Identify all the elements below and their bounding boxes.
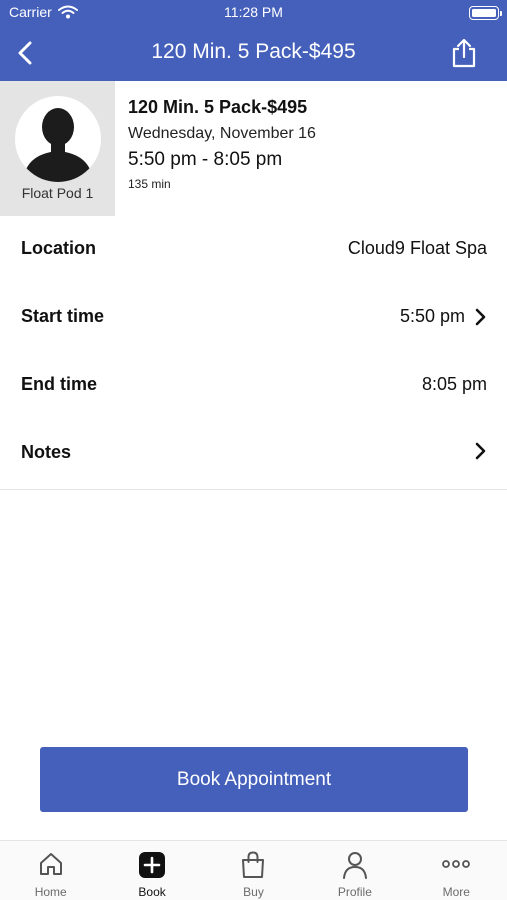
resource-card: Float Pod 1 xyxy=(0,81,115,216)
tab-buy[interactable]: Buy xyxy=(203,841,304,900)
divider xyxy=(0,489,507,490)
book-appointment-button[interactable]: Book Appointment xyxy=(40,747,468,812)
notes-value xyxy=(473,442,487,460)
chevron-right-icon xyxy=(473,442,487,460)
avatar xyxy=(15,96,101,182)
notes-row[interactable]: Notes xyxy=(0,420,507,488)
location-label: Location xyxy=(21,238,96,258)
resource-name: Float Pod 1 xyxy=(21,185,94,201)
appointment-duration: 135 min xyxy=(128,177,171,191)
service-title: 120 Min. 5 Pack-$495 xyxy=(128,97,308,117)
person-icon xyxy=(304,851,405,879)
tab-buy-label: Buy xyxy=(243,885,264,899)
status-bar: Carrier 11:28 PM xyxy=(0,0,507,26)
end-time-value-text: 8:05 pm xyxy=(421,374,487,394)
more-dots-icon xyxy=(406,851,507,877)
plus-square-icon xyxy=(101,851,202,878)
tab-profile-label: Profile xyxy=(337,885,372,899)
end-time-row: End time 8:05 pm xyxy=(0,352,507,420)
start-time-value: 5:50 pm xyxy=(400,306,487,327)
tab-home[interactable]: Home xyxy=(0,841,101,900)
share-button[interactable] xyxy=(449,36,479,70)
tab-bar: Home Book Buy Profile More xyxy=(0,840,507,900)
share-icon xyxy=(452,38,476,68)
tab-more[interactable]: More xyxy=(406,841,507,900)
location-row: Location Cloud9 Float Spa xyxy=(0,216,507,284)
tab-profile[interactable]: Profile xyxy=(304,841,405,900)
nav-bar: 120 Min. 5 Pack-$495 xyxy=(0,26,507,81)
status-time: 11:28 PM xyxy=(224,4,283,20)
battery-icon xyxy=(469,6,502,20)
tab-book[interactable]: Book xyxy=(101,841,202,900)
appointment-time-range: 5:50 pm - 8:05 pm xyxy=(128,149,283,170)
person-silhouette-icon xyxy=(23,108,93,182)
tab-more-label: More xyxy=(442,885,470,899)
chevron-right-icon xyxy=(473,308,487,326)
location-value-text: Cloud9 Float Spa xyxy=(347,238,487,258)
shopping-bag-icon xyxy=(203,851,304,878)
start-time-label: Start time xyxy=(21,306,105,326)
location-value: Cloud9 Float Spa xyxy=(348,238,487,259)
appointment-date: Wednesday, November 16 xyxy=(128,125,316,142)
end-time-value: 8:05 pm xyxy=(422,374,487,395)
page-title: 120 Min. 5 Pack-$495 xyxy=(151,40,356,63)
start-time-value-text: 5:50 pm xyxy=(399,306,465,326)
notes-label: Notes xyxy=(21,442,72,462)
home-icon xyxy=(0,851,101,877)
tab-home-label: Home xyxy=(34,885,67,899)
tab-book-label: Book xyxy=(138,885,166,899)
appointment-header: Float Pod 1 120 Min. 5 Pack-$495 Wednesd… xyxy=(0,81,507,216)
end-time-label: End time xyxy=(21,374,98,394)
start-time-row[interactable]: Start time 5:50 pm xyxy=(0,284,507,352)
